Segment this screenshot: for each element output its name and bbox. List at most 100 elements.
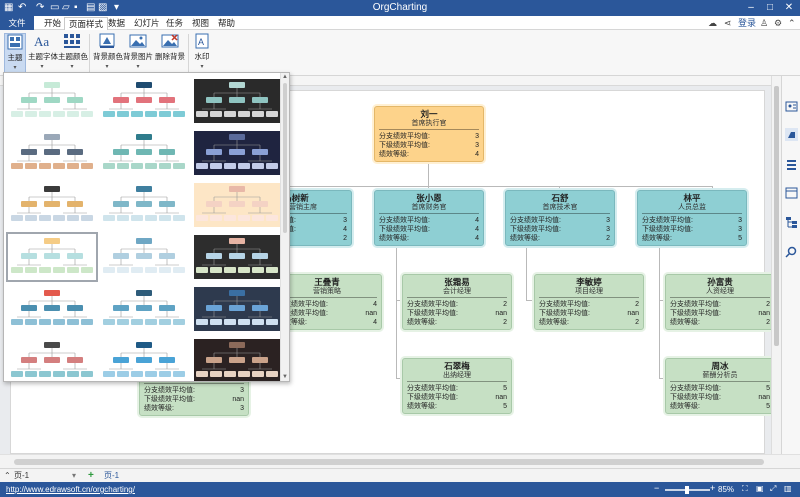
org-node[interactable]: 周冰 薪酬分析员 分支绩效平均值: 5 下级绩效平均值: nan 绩效等级: 5 bbox=[665, 358, 775, 414]
theme-thumbnail[interactable] bbox=[194, 287, 280, 331]
zoom-out-icon[interactable]: − bbox=[654, 483, 659, 493]
search-icon[interactable] bbox=[785, 246, 798, 259]
theme-thumbnail[interactable] bbox=[194, 79, 280, 123]
theme-button[interactable]: 主题 ▾ bbox=[4, 33, 26, 73]
horizontal-scrollbar[interactable] bbox=[0, 454, 800, 468]
metric-label: 绩效等级: bbox=[670, 319, 700, 326]
calendar-icon[interactable] bbox=[785, 186, 798, 199]
scroll-down-icon[interactable]: ▼ bbox=[282, 374, 288, 380]
node-metric-row: 绩效等级: 3 bbox=[144, 404, 244, 413]
menu-file[interactable]: 文件 bbox=[0, 16, 34, 30]
org-node[interactable]: 石舒 首席技术官 分支绩效平均值: 3 下级绩效平均值: 3 绩效等级: 2 bbox=[505, 190, 615, 246]
background-image-button[interactable]: 背景图片 ▾ bbox=[123, 33, 153, 73]
org-node[interactable]: 张霜易 会计经理 分支绩效平均值: 2 下级绩效平均值: nan 绩效等级: 2 bbox=[402, 274, 512, 330]
theme-gallery-scrollbar[interactable]: ▲ ▼ bbox=[280, 73, 289, 381]
theme-thumbnail[interactable] bbox=[101, 339, 187, 381]
theme-thumbnail[interactable] bbox=[101, 79, 187, 123]
login-link[interactable]: 登录 bbox=[738, 17, 756, 29]
theme-thumbnail[interactable] bbox=[101, 235, 187, 279]
page-up-icon[interactable]: ⌃ bbox=[4, 470, 11, 482]
node-metric-row: 分支绩效平均值: 3 bbox=[642, 216, 742, 225]
page-dropdown-icon[interactable]: ▾ bbox=[72, 470, 76, 482]
color-grid-icon bbox=[64, 34, 80, 48]
share-icon[interactable]: ⋖ bbox=[724, 17, 732, 29]
hierarchy-icon[interactable] bbox=[785, 216, 798, 229]
metric-value: 5 bbox=[503, 385, 507, 392]
theme-gallery-dropdown[interactable]: ▲ ▼ bbox=[3, 72, 290, 382]
background-color-icon bbox=[99, 33, 115, 48]
layout-icon[interactable]: ▥ bbox=[784, 484, 792, 493]
node-title: 项目经理 bbox=[539, 287, 639, 298]
node-metric-row: 绩效等级: 2 bbox=[510, 234, 610, 243]
settings-icon[interactable]: ⚙ bbox=[774, 17, 782, 29]
menu-tasks[interactable]: 任务 bbox=[162, 17, 187, 30]
node-metric-row: 绩效等级: 2 bbox=[539, 318, 639, 327]
paint-brush-icon[interactable] bbox=[785, 128, 798, 141]
theme-thumbnail[interactable] bbox=[6, 232, 98, 282]
node-name: 李敏婷 bbox=[576, 277, 602, 287]
org-node[interactable]: 李敏婷 项目经理 分支绩效平均值: 2 下级绩效平均值: nan 绩效等级: 2 bbox=[534, 274, 644, 330]
node-name: 张霜易 bbox=[444, 277, 470, 287]
scroll-thumb[interactable] bbox=[283, 83, 287, 233]
scroll-up-icon[interactable]: ▲ bbox=[282, 74, 288, 80]
theme-thumbnail[interactable] bbox=[9, 79, 95, 123]
theme-thumbnail[interactable] bbox=[194, 339, 280, 381]
zoom-in-icon[interactable]: + bbox=[710, 483, 715, 493]
background-color-button[interactable]: 背景颜色 ▾ bbox=[93, 33, 123, 73]
theme-thumbnail[interactable] bbox=[9, 339, 95, 381]
add-page-icon[interactable]: + bbox=[88, 470, 94, 482]
metric-label: 下级绩效平均值: bbox=[407, 310, 458, 317]
metric-value: 2 bbox=[635, 301, 639, 308]
scroll-thumb[interactable] bbox=[774, 86, 779, 346]
maximize-icon[interactable]: □ bbox=[761, 1, 779, 15]
zoom-slider-handle[interactable] bbox=[685, 486, 689, 494]
theme-thumbnail[interactable] bbox=[9, 183, 95, 227]
org-node[interactable]: 刘一 首席执行官 分支绩效平均值: 3 下级绩效平均值: 3 绩效等级: 4 bbox=[374, 106, 484, 162]
theme-thumbnail[interactable] bbox=[194, 131, 280, 175]
connector-line bbox=[526, 300, 534, 301]
metric-label: 绩效等级: bbox=[642, 235, 672, 242]
metric-label: 分支绩效平均值: bbox=[379, 217, 430, 224]
metric-value: 3 bbox=[606, 226, 610, 233]
menu-help[interactable]: 帮助 bbox=[214, 17, 239, 30]
contact-card-icon[interactable] bbox=[785, 100, 798, 113]
cloud-icon[interactable]: ☁ bbox=[708, 17, 717, 29]
theme-thumbnail[interactable] bbox=[101, 183, 187, 227]
page-selector[interactable]: 页-1 bbox=[14, 470, 29, 482]
org-node[interactable]: 石翠梅 出纳经理 分支绩效平均值: 5 下级绩效平均值: nan 绩效等级: 5 bbox=[402, 358, 512, 414]
menu-page-style[interactable]: 页面样式 bbox=[64, 17, 109, 30]
background-image-label: 背景图片 bbox=[123, 52, 153, 61]
theme-thumbnail[interactable] bbox=[194, 235, 280, 279]
menu-data[interactable]: 数据 bbox=[104, 17, 129, 30]
fit-page-icon[interactable]: ⛶ bbox=[742, 484, 748, 494]
node-name: 王叠青 bbox=[314, 277, 340, 287]
theme-thumbnail[interactable] bbox=[9, 131, 95, 175]
remove-background-button[interactable]: 删除背景 bbox=[155, 33, 185, 73]
theme-thumbnail[interactable] bbox=[9, 287, 95, 331]
org-node[interactable]: 张小恩 首席财务官 分支绩效平均值: 4 下级绩效平均值: 4 绩效等级: 4 bbox=[374, 190, 484, 246]
fit-width-icon[interactable]: ▣ bbox=[756, 484, 764, 493]
shirt-icon[interactable]: ♙ bbox=[760, 17, 768, 29]
collapse-ribbon-icon[interactable]: ⌃ bbox=[788, 17, 796, 29]
theme-thumbnail[interactable] bbox=[194, 183, 280, 227]
theme-color-button[interactable]: 主题颜色 ▾ bbox=[58, 33, 88, 73]
scroll-thumb[interactable] bbox=[14, 459, 764, 465]
watermark-button[interactable]: A 水印 ▾ bbox=[192, 33, 212, 73]
website-link[interactable]: http://www.edrawsoft.cn/orgcharting/ bbox=[6, 484, 135, 495]
close-icon[interactable]: ✕ bbox=[780, 1, 798, 15]
theme-font-button[interactable]: Aa 主题字体 ▾ bbox=[28, 33, 58, 73]
zoom-level: 85% bbox=[718, 485, 735, 494]
menu-view[interactable]: 视图 bbox=[188, 17, 213, 30]
org-node[interactable]: 林平 人员总监 分支绩效平均值: 3 下级绩效平均值: 3 绩效等级: 5 bbox=[637, 190, 747, 246]
node-metric-row: 分支绩效平均值: 3 bbox=[379, 132, 479, 141]
vertical-scrollbar[interactable] bbox=[771, 76, 781, 454]
org-node[interactable]: 孙富贵 人资经理 分支绩效平均值: 2 下级绩效平均值: nan 绩效等级: 2 bbox=[665, 274, 775, 330]
connector-line bbox=[659, 248, 660, 378]
menu-slides[interactable]: 幻灯片 bbox=[130, 17, 164, 30]
theme-thumbnail[interactable] bbox=[101, 131, 187, 175]
theme-thumbnail[interactable] bbox=[101, 287, 187, 331]
fullscreen-icon[interactable]: ⤢ bbox=[770, 484, 776, 494]
menu-home[interactable]: 开始 bbox=[40, 17, 65, 30]
list-icon[interactable] bbox=[785, 158, 798, 171]
minimize-icon[interactable]: – bbox=[742, 1, 760, 15]
